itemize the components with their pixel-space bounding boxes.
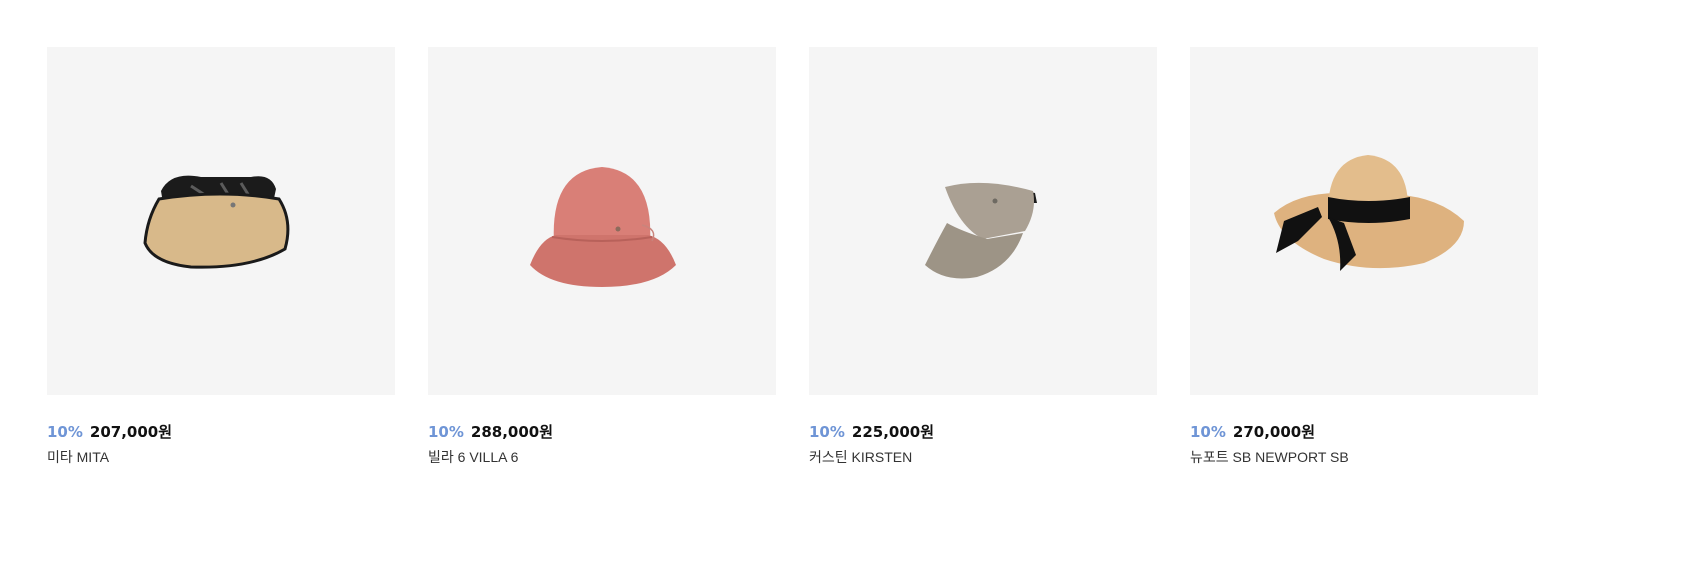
product-price: 225,000원 (851, 423, 935, 441)
product-name[interactable]: 뉴포트 SB NEWPORT SB (1190, 447, 1538, 467)
product-image[interactable] (809, 47, 1157, 395)
product-image[interactable] (47, 47, 395, 395)
product-name[interactable]: 빌라 6 VILLA 6 (428, 447, 776, 467)
product-grid: 10% 207,000원 미타 MITA 10% 288,000원 빌라 6 V… (47, 47, 1538, 467)
product-price: 288,000원 (470, 423, 554, 441)
product-image[interactable] (1190, 47, 1538, 395)
discount-rate: 10% (809, 423, 845, 441)
discount-rate: 10% (47, 423, 83, 441)
product-name[interactable]: 커스틴 KIRSTEN (809, 447, 1157, 467)
bucket-hat-icon (530, 167, 676, 287)
price-row: 10% 288,000원 (428, 421, 776, 441)
discount-rate: 10% (428, 423, 464, 441)
wide-brim-hat-icon (1274, 155, 1464, 271)
product-card[interactable]: 10% 270,000원 뉴포트 SB NEWPORT SB (1190, 47, 1538, 467)
price-row: 10% 207,000원 (47, 421, 395, 441)
product-price: 207,000원 (89, 423, 173, 441)
price-row: 10% 225,000원 (809, 421, 1157, 441)
discount-rate: 10% (1190, 423, 1226, 441)
visor-hat-icon (143, 175, 290, 269)
product-name[interactable]: 미타 MITA (47, 447, 395, 467)
sun-visor-icon (925, 182, 1037, 279)
product-price: 270,000원 (1232, 423, 1316, 441)
product-card[interactable]: 10% 288,000원 빌라 6 VILLA 6 (428, 47, 776, 467)
product-card[interactable]: 10% 225,000원 커스틴 KIRSTEN (809, 47, 1157, 467)
price-row: 10% 270,000원 (1190, 421, 1538, 441)
product-card[interactable]: 10% 207,000원 미타 MITA (47, 47, 395, 467)
product-image[interactable] (428, 47, 776, 395)
